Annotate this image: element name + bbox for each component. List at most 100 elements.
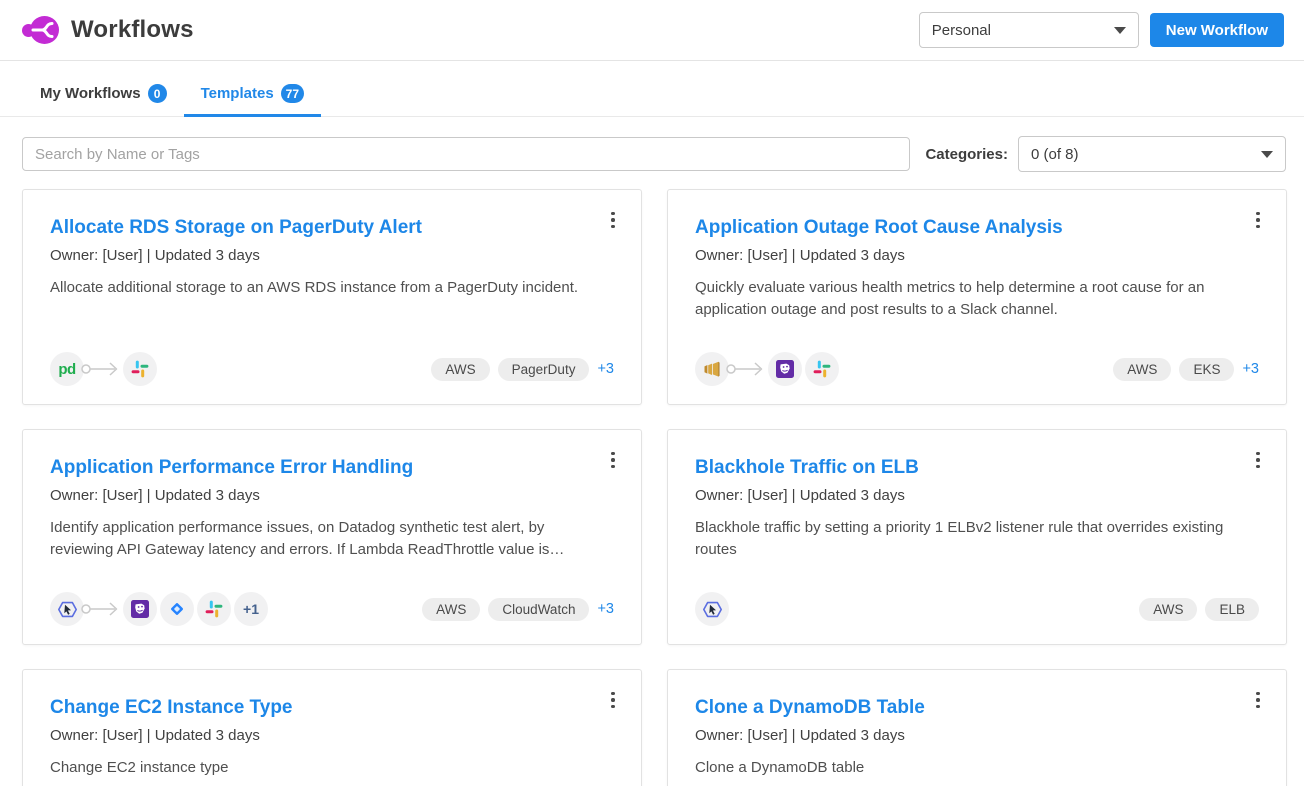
workflow-meta: Owner: [User] | Updated 3 days	[50, 487, 614, 504]
tag-pill[interactable]: AWS	[1113, 358, 1171, 381]
tab-templates[interactable]: Templates 77	[184, 75, 321, 117]
tag-list: AWS ELB	[1139, 598, 1259, 621]
tag-pill[interactable]: AWS	[422, 598, 480, 621]
workspace-select[interactable]: Personal	[919, 12, 1139, 48]
kebab-dot	[1256, 698, 1260, 702]
datadog-icon	[123, 592, 157, 626]
workflow-description: Change EC2 instance type	[50, 757, 614, 779]
kebab-dot	[1256, 225, 1260, 229]
more-icons-badge: +1	[234, 592, 268, 626]
card-footer: +1 AWS CloudWatch +3	[50, 592, 614, 626]
workflow-card: Clone a DynamoDB Table Owner: [User] | Up…	[667, 669, 1287, 786]
chevron-down-icon	[1261, 151, 1273, 158]
workflows-logo-icon	[22, 15, 62, 45]
workflow-title-link[interactable]: Clone a DynamoDB Table	[695, 696, 925, 720]
kebab-dot	[611, 212, 615, 216]
workflow-meta: Owner: [User] | Updated 3 days	[695, 727, 1259, 744]
tag-pill[interactable]: PagerDuty	[498, 358, 590, 381]
synthetics-icon	[50, 592, 84, 626]
card-menu-button[interactable]	[1247, 687, 1269, 713]
flow-arrow-icon	[80, 352, 122, 386]
tab-count-badge: 77	[281, 84, 304, 103]
workflow-title-link[interactable]: Application Performance Error Handling	[50, 456, 413, 480]
kebab-dot	[611, 698, 615, 702]
kebab-dot	[611, 225, 615, 229]
workflow-card: Change EC2 Instance Type Owner: [User] | …	[22, 669, 642, 786]
tab-count-badge: 0	[148, 84, 167, 103]
new-workflow-button[interactable]: New Workflow	[1150, 13, 1284, 47]
workflow-title-link[interactable]: Change EC2 Instance Type	[50, 696, 293, 720]
workflow-meta: Owner: [User] | Updated 3 days	[695, 247, 1259, 264]
workflow-card: Application Performance Error Handling Ow…	[22, 429, 642, 645]
card-menu-button[interactable]	[602, 447, 624, 473]
kebab-dot	[1256, 212, 1260, 216]
workflow-description: Blackhole traffic by setting a priority …	[695, 517, 1259, 561]
card-footer: pd AWS PagerDuty +3	[50, 352, 614, 386]
card-menu-button[interactable]	[1247, 447, 1269, 473]
more-tags-link[interactable]: +3	[1242, 361, 1259, 377]
kebab-dot	[1256, 218, 1260, 222]
workflow-description: Identify application performance issues,…	[50, 517, 614, 561]
kebab-dot	[611, 465, 615, 469]
card-footer: AWS EKS +3	[695, 352, 1259, 386]
app-header: Workflows Personal New Workflow	[0, 0, 1304, 61]
flow-arrow-icon	[80, 592, 122, 626]
slack-icon	[197, 592, 231, 626]
more-tags-link[interactable]: +3	[597, 361, 614, 377]
workflow-title-link[interactable]: Application Outage Root Cause Analysis	[695, 216, 1063, 240]
slack-icon	[805, 352, 839, 386]
more-tags-link[interactable]: +3	[597, 601, 614, 617]
workflow-title-link[interactable]: Blackhole Traffic on ELB	[695, 456, 919, 480]
kebab-dot	[611, 692, 615, 696]
tab-my-workflows[interactable]: My Workflows 0	[23, 75, 184, 117]
categories-select[interactable]: 0 (of 8)	[1018, 136, 1286, 172]
kebab-dot	[611, 458, 615, 462]
tag-pill[interactable]: ELB	[1205, 598, 1259, 621]
tag-list: AWS EKS +3	[1113, 358, 1259, 381]
workflow-card: Allocate RDS Storage on PagerDuty Alert O…	[22, 189, 642, 405]
kebab-dot	[1256, 465, 1260, 469]
tab-label: Templates	[201, 85, 274, 102]
workflow-step-icons: pd	[50, 352, 157, 386]
tag-pill[interactable]: AWS	[431, 358, 489, 381]
tag-pill[interactable]: EKS	[1179, 358, 1234, 381]
aws-cloudwatch-icon	[695, 352, 729, 386]
workflow-step-icons	[695, 352, 839, 386]
datadog-icon	[768, 352, 802, 386]
categories-label: Categories:	[925, 146, 1008, 163]
pagerduty-icon: pd	[50, 352, 84, 386]
tag-list: AWS PagerDuty +3	[431, 358, 614, 381]
kebab-dot	[1256, 692, 1260, 696]
tag-pill[interactable]: AWS	[1139, 598, 1197, 621]
workflow-description: Quickly evaluate various health metrics …	[695, 277, 1259, 321]
tag-pill[interactable]: CloudWatch	[488, 598, 589, 621]
tab-bar: My Workflows 0 Templates 77	[0, 75, 1304, 117]
workflow-step-icons	[695, 592, 729, 626]
kebab-dot	[1256, 458, 1260, 462]
kebab-dot	[611, 452, 615, 456]
categories-select-value: 0 (of 8)	[1031, 146, 1079, 163]
card-menu-button[interactable]	[1247, 207, 1269, 233]
workflow-card-grid: Allocate RDS Storage on PagerDuty Alert O…	[0, 189, 1304, 786]
workflow-card: Blackhole Traffic on ELB Owner: [User] | …	[667, 429, 1287, 645]
workspace-select-value: Personal	[932, 22, 991, 39]
workflow-meta: Owner: [User] | Updated 3 days	[695, 487, 1259, 504]
kebab-dot	[611, 218, 615, 222]
workflow-card: Application Outage Root Cause Analysis Ow…	[667, 189, 1287, 405]
workflow-description: Allocate additional storage to an AWS RD…	[50, 277, 614, 299]
workflow-meta: Owner: [User] | Updated 3 days	[50, 727, 614, 744]
workflow-title-link[interactable]: Allocate RDS Storage on PagerDuty Alert	[50, 216, 422, 240]
card-menu-button[interactable]	[602, 687, 624, 713]
workflow-meta: Owner: [User] | Updated 3 days	[50, 247, 614, 264]
kebab-dot	[1256, 452, 1260, 456]
tag-list: AWS CloudWatch +3	[422, 598, 614, 621]
jira-icon	[160, 592, 194, 626]
slack-icon	[123, 352, 157, 386]
kebab-dot	[1256, 705, 1260, 709]
search-input[interactable]	[22, 137, 910, 171]
card-menu-button[interactable]	[602, 207, 624, 233]
card-footer: AWS ELB	[695, 592, 1259, 626]
filter-bar: Categories: 0 (of 8)	[0, 136, 1304, 172]
tab-label: My Workflows	[40, 85, 141, 102]
chevron-down-icon	[1114, 27, 1126, 34]
